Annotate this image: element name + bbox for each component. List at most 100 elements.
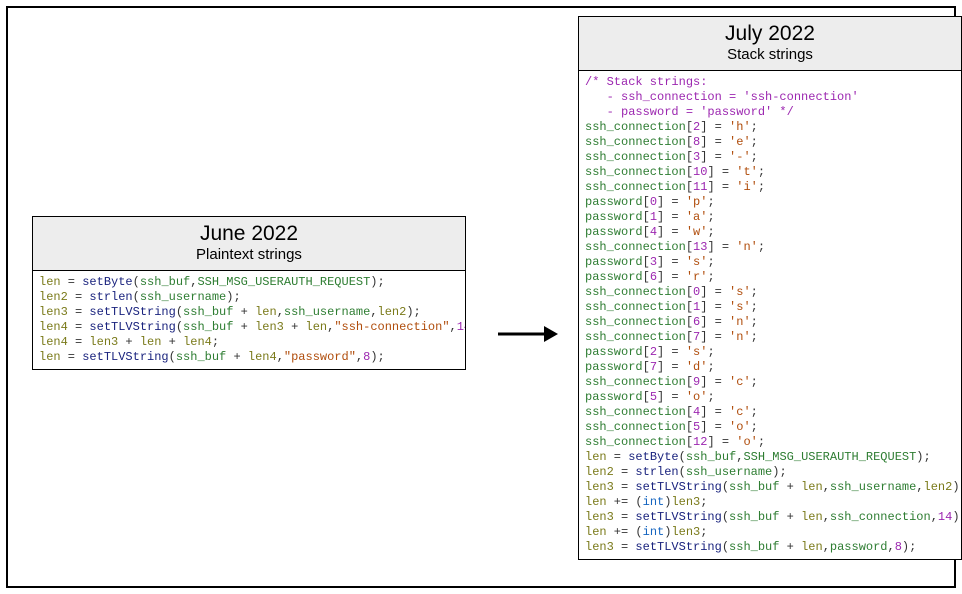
code-token: [ xyxy=(686,120,693,134)
code-token: + xyxy=(118,335,140,349)
code-token: ; xyxy=(707,195,714,209)
code-line: password[1] = 'a'; xyxy=(585,210,957,225)
code-line: ssh_connection[2] = 'h'; xyxy=(585,120,957,135)
code-token: 'o' xyxy=(736,435,758,449)
code-token: /* Stack strings: xyxy=(585,75,707,89)
code-line: password[2] = 's'; xyxy=(585,345,957,360)
code-token: "password" xyxy=(284,350,356,364)
code-line: password[0] = 'p'; xyxy=(585,195,957,210)
code-token: ] = xyxy=(657,360,686,374)
code-token: += ( xyxy=(607,525,643,539)
code-token: ssh_connection xyxy=(830,510,931,524)
code-token: 'n' xyxy=(729,330,751,344)
code-token: 14 xyxy=(457,320,465,334)
code-line: ssh_connection[6] = 'n'; xyxy=(585,315,957,330)
code-token: len3 xyxy=(671,495,700,509)
code-token: [ xyxy=(686,315,693,329)
code-line: ssh_connection[9] = 'c'; xyxy=(585,375,957,390)
code-line: len = setByte(ssh_buf,SSH_MSG_USERAUTH_R… xyxy=(585,450,957,465)
panel-july-header: July 2022 Stack strings xyxy=(579,17,961,71)
code-token: 3 xyxy=(650,255,657,269)
code-token: ; xyxy=(707,225,714,239)
code-token: strlen xyxy=(635,465,678,479)
code-token: ] = xyxy=(657,345,686,359)
panel-july-title: July 2022 xyxy=(585,21,955,46)
code-token: ; xyxy=(751,315,758,329)
code-line: ssh_connection[12] = 'o'; xyxy=(585,435,957,450)
code-token: ; xyxy=(751,330,758,344)
code-token: = xyxy=(68,320,90,334)
code-token: 'p' xyxy=(686,195,708,209)
panel-june: June 2022 Plaintext strings len = setByt… xyxy=(32,216,466,370)
code-token: 'd' xyxy=(686,360,708,374)
code-token: ; xyxy=(707,270,714,284)
panel-july: July 2022 Stack strings /* Stack strings… xyxy=(578,16,962,560)
code-line: ssh_connection[11] = 'i'; xyxy=(585,180,957,195)
code-token: [ xyxy=(643,210,650,224)
code-token: = xyxy=(614,480,636,494)
code-token: setByte xyxy=(82,275,132,289)
code-token: ( xyxy=(679,465,686,479)
code-token: + xyxy=(226,350,248,364)
code-token: + xyxy=(233,305,255,319)
code-line: ssh_connection[3] = '-'; xyxy=(585,150,957,165)
code-token: ] = xyxy=(707,180,736,194)
code-token: 'e' xyxy=(729,135,751,149)
code-token: len xyxy=(255,305,277,319)
code-token: 7 xyxy=(650,360,657,374)
code-token: len3 xyxy=(585,540,614,554)
code-token: ( xyxy=(133,290,140,304)
code-token: ] = xyxy=(700,150,729,164)
code-token: ; xyxy=(707,390,714,404)
code-token: ( xyxy=(169,350,176,364)
code-token: ; xyxy=(751,375,758,389)
code-token: int xyxy=(643,495,665,509)
code-token: ssh_username xyxy=(140,290,226,304)
panel-june-title: June 2022 xyxy=(39,221,459,246)
code-token: [ xyxy=(686,420,693,434)
code-token: + xyxy=(233,320,255,334)
code-token: ssh_buf xyxy=(729,510,779,524)
code-token: ; xyxy=(751,135,758,149)
code-token: password xyxy=(585,195,643,209)
code-token: ] = xyxy=(657,210,686,224)
code-token: len xyxy=(585,525,607,539)
code-line: password[6] = 'r'; xyxy=(585,270,957,285)
code-token: ); xyxy=(370,275,384,289)
code-token: 1 xyxy=(650,210,657,224)
code-token: += ( xyxy=(607,495,643,509)
code-token: len3 xyxy=(89,335,118,349)
code-line: len4 = len3 + len + len4; xyxy=(39,335,461,350)
code-token: setTLVString xyxy=(635,480,721,494)
code-token: 'r' xyxy=(686,270,708,284)
diagram-frame: June 2022 Plaintext strings len = setByt… xyxy=(6,6,956,588)
code-line: password[5] = 'o'; xyxy=(585,390,957,405)
code-token: ] = xyxy=(700,420,729,434)
code-token: len4 xyxy=(39,320,68,334)
code-token: ; xyxy=(758,180,765,194)
code-token: [ xyxy=(643,225,650,239)
code-token: [ xyxy=(643,360,650,374)
code-token: ssh_connection xyxy=(585,405,686,419)
code-token: len3 xyxy=(39,305,68,319)
code-token: ); xyxy=(772,465,786,479)
code-line: - ssh_connection = 'ssh-connection' xyxy=(585,90,957,105)
code-token: len4 xyxy=(183,335,212,349)
code-token: setTLVString xyxy=(89,320,175,334)
code-token: setTLVString xyxy=(89,305,175,319)
code-line: len3 = setTLVString(ssh_buf + len,passwo… xyxy=(585,540,957,555)
code-token: password xyxy=(585,360,643,374)
code-token: ssh_buf xyxy=(183,320,233,334)
code-token: ( xyxy=(133,275,140,289)
code-token: len xyxy=(585,495,607,509)
code-token: ( xyxy=(176,305,183,319)
code-token: ; xyxy=(700,525,707,539)
code-token: [ xyxy=(686,135,693,149)
code-token: ); xyxy=(916,450,930,464)
code-line: len3 = setTLVString(ssh_buf + len,ssh_co… xyxy=(585,510,957,525)
code-token: ssh_connection xyxy=(585,120,686,134)
code-token: len2 xyxy=(924,480,953,494)
code-token: 12 xyxy=(693,435,707,449)
code-token: ssh_username xyxy=(830,480,916,494)
code-token: 't' xyxy=(736,165,758,179)
